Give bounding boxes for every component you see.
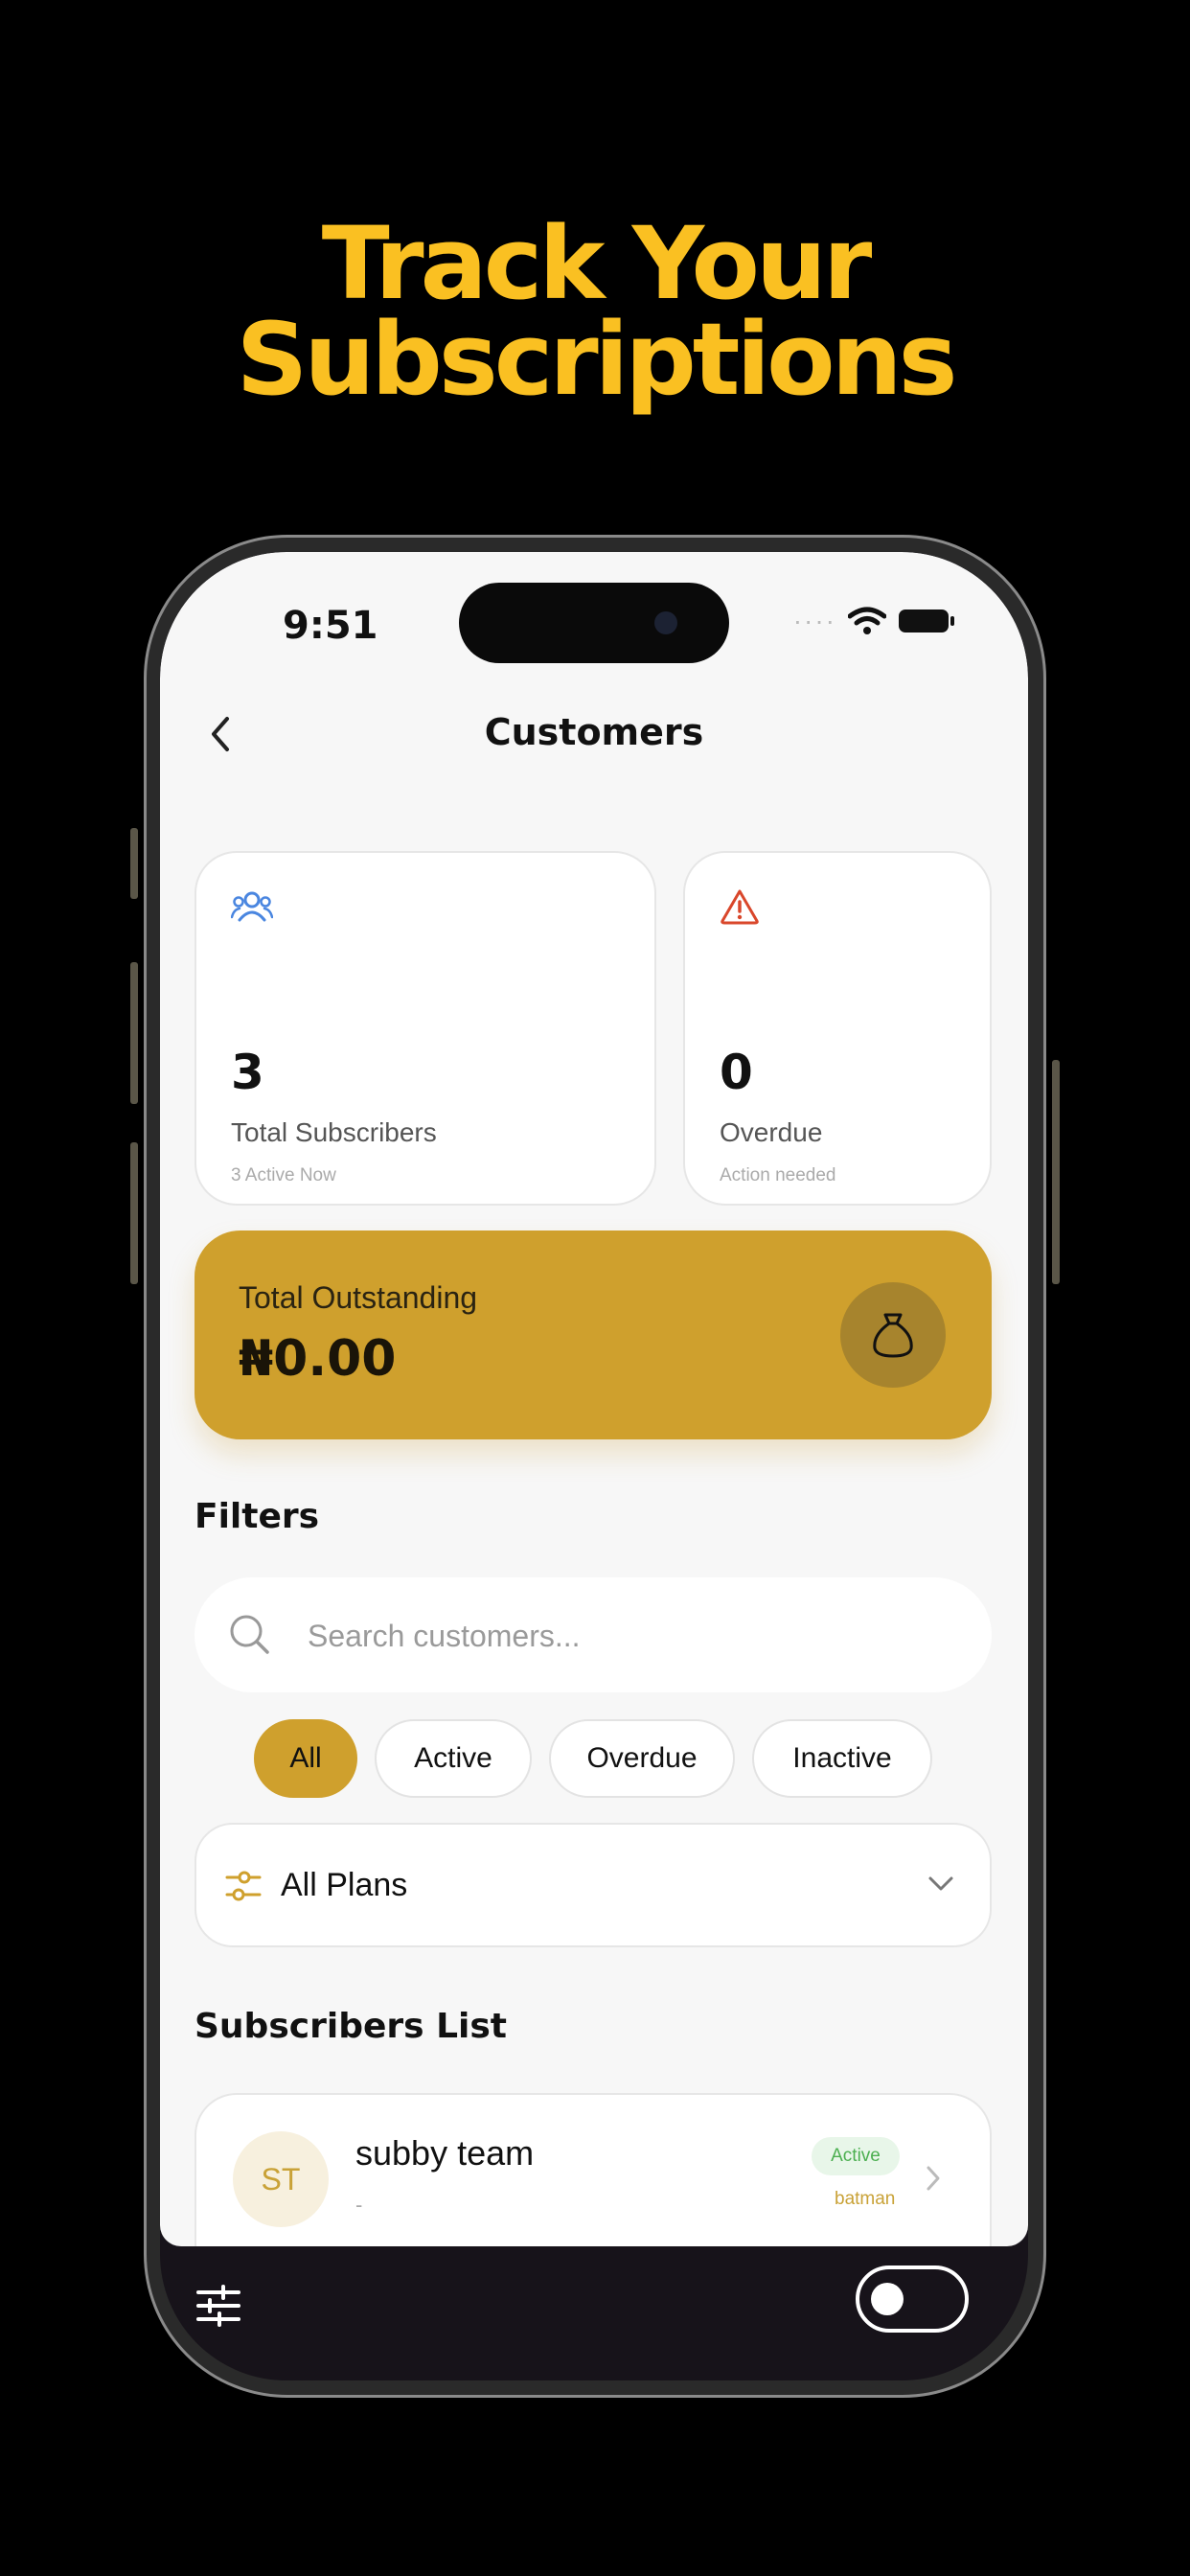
app-screen: 9:51 ···· Customers 3 Total Subscribers … (160, 552, 1028, 2246)
subscriber-name: subby team (355, 2133, 535, 2173)
camera-icon (654, 611, 677, 634)
phone-power-button (1052, 1060, 1060, 1284)
status-icons: ···· (793, 606, 955, 636)
status-badge: Active (812, 2137, 900, 2175)
search-icon (230, 1615, 269, 1654)
total-subscribers-sub: 3 Active Now (231, 1165, 336, 1185)
plan-filter-dropdown[interactable]: All Plans (195, 1823, 992, 1947)
overdue-value: 0 (720, 1045, 753, 1100)
search-input[interactable] (306, 1606, 961, 1666)
total-outstanding-card[interactable]: Total Outstanding ₦0.00 (195, 1230, 992, 1439)
money-bag-badge (840, 1282, 946, 1388)
subscribers-list-heading: Subscribers List (195, 2007, 508, 2046)
overdue-sub: Action needed (720, 1165, 836, 1185)
total-outstanding-label: Total Outstanding (239, 1280, 478, 1315)
chip-active[interactable]: Active (375, 1719, 532, 1798)
chip-overdue[interactable]: Overdue (549, 1719, 735, 1798)
battery-icon (899, 610, 954, 632)
promo-headline: Track Your Subscriptions (0, 205, 1190, 418)
status-time: 9:51 (283, 604, 378, 648)
subscriber-detail: - (355, 2193, 363, 2217)
chevron-down-icon (928, 1876, 953, 1891)
filter-sliders-icon (225, 1871, 262, 1901)
phone-action-button (130, 828, 138, 899)
total-subscribers-label: Total Subscribers (231, 1117, 437, 1147)
bottom-bar (160, 2246, 1028, 2380)
subscriber-plan: batman (835, 2189, 896, 2209)
avatar: ST (233, 2131, 329, 2227)
phone-volume-down-button (130, 1142, 138, 1284)
total-subscribers-value: 3 (231, 1045, 264, 1100)
page-title: Customers (484, 711, 704, 753)
status-filter-chips: All Active Overdue Inactive (160, 1719, 1028, 1798)
wifi-icon (848, 607, 886, 634)
chevron-right-icon (927, 2166, 940, 2191)
signal-dots-icon: ···· (792, 606, 836, 635)
total-subscribers-card[interactable]: 3 Total Subscribers 3 Active Now (195, 851, 656, 1206)
overdue-card[interactable]: 0 Overdue Action needed (683, 851, 992, 1206)
users-icon (231, 891, 273, 922)
plan-filter-value: All Plans (281, 1867, 408, 1903)
overdue-label: Overdue (720, 1117, 823, 1147)
chip-all[interactable]: All (254, 1719, 357, 1798)
total-outstanding-value: ₦0.00 (239, 1330, 397, 1388)
dynamic-island (459, 583, 729, 663)
filters-heading: Filters (195, 1497, 320, 1536)
search-bar[interactable] (195, 1577, 992, 1692)
subscriber-row[interactable]: ST subby team - Active batman (195, 2093, 992, 2246)
alert-triangle-icon (721, 889, 759, 925)
toggle-knob (871, 2283, 904, 2315)
chip-inactive[interactable]: Inactive (752, 1719, 932, 1798)
phone-volume-up-button (130, 962, 138, 1104)
settings-sliders-icon[interactable] (196, 2285, 240, 2327)
money-bag-icon (873, 1313, 913, 1358)
theme-toggle[interactable] (856, 2266, 969, 2333)
headline-line-1: Track Your (321, 205, 873, 322)
page: Track Your Subscriptions 9:51 ···· Custo… (0, 0, 1190, 2576)
headline-line-2: Subscriptions (236, 301, 957, 418)
phone-body: 9:51 ···· Customers 3 Total Subscribers … (160, 552, 1028, 2380)
